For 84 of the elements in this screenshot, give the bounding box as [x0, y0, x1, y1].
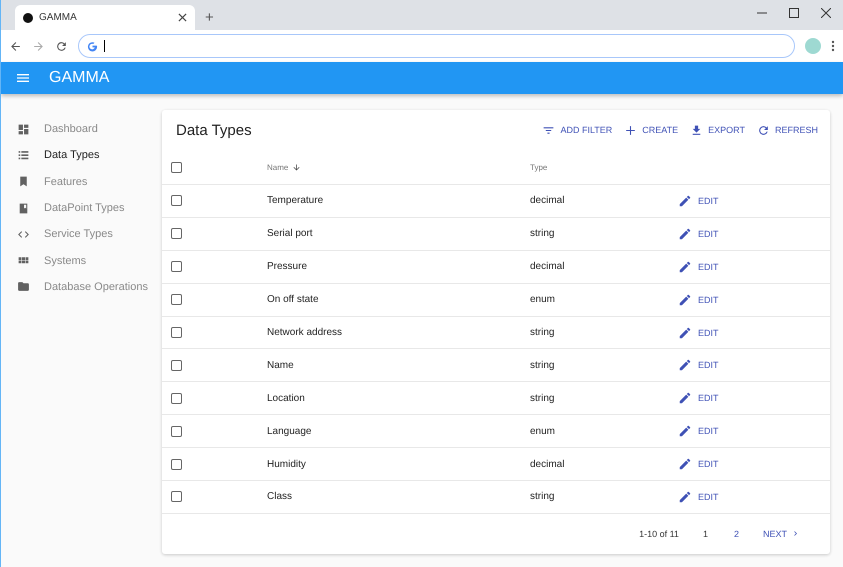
row-checkbox[interactable] — [171, 458, 182, 470]
table-cell-text: Name — [267, 360, 295, 371]
table-cell-text: Temperature — [267, 195, 324, 206]
edit-button[interactable]: EDIT — [678, 457, 719, 472]
edit-button[interactable]: EDIT — [678, 326, 719, 340]
close-icon[interactable] — [178, 13, 187, 22]
edit-button[interactable]: EDIT — [678, 490, 719, 504]
download-icon — [690, 124, 704, 136]
select-all-checkbox[interactable] — [171, 162, 182, 172]
more-icon[interactable] — [831, 40, 835, 52]
table-cell-text: string — [530, 360, 556, 371]
table-cell-text: Network address — [267, 327, 344, 338]
refresh-icon — [756, 124, 770, 136]
pencil-icon — [678, 226, 692, 241]
card-title: Data Types — [176, 122, 252, 138]
toolbar-button[interactable]: EXPORT — [690, 124, 745, 136]
table-cell-text: enum — [530, 426, 556, 437]
table-cell-text: decimal — [530, 261, 566, 272]
address-field[interactable] — [78, 34, 795, 58]
edit-button[interactable]: EDIT — [678, 226, 719, 241]
table-cell-text: enum — [530, 294, 556, 306]
close-icon[interactable] — [821, 8, 831, 18]
table-cell-text: Humidity — [267, 458, 307, 470]
edit-button[interactable]: EDIT — [678, 260, 719, 274]
page-button[interactable]: 1 — [698, 528, 712, 539]
row-checkbox[interactable] — [171, 392, 182, 404]
table-cell-text: Location — [267, 392, 306, 404]
pencil-icon — [678, 358, 692, 372]
table-cell-text: string — [530, 327, 556, 338]
edit-button[interactable]: EDIT — [678, 292, 719, 307]
row-checkbox[interactable] — [171, 491, 182, 502]
pencil-icon — [678, 326, 692, 340]
table-cell-text: string — [530, 491, 556, 502]
browser-tab[interactable]: GAMMA — [15, 5, 195, 30]
table-cell-text: decimal — [530, 458, 566, 470]
edit-button[interactable]: EDIT — [678, 194, 719, 208]
pencil-icon — [678, 457, 692, 472]
table-cell-text: string — [530, 392, 556, 404]
app-title: GAMMA — [49, 69, 110, 87]
row-checkbox[interactable] — [171, 195, 182, 206]
back-icon[interactable] — [9, 40, 22, 52]
pencil-icon — [678, 260, 692, 274]
toolbar-button[interactable]: REFRESH — [756, 124, 818, 136]
row-checkbox[interactable] — [171, 294, 182, 306]
row-checkbox[interactable] — [171, 261, 182, 272]
folder-icon — [17, 280, 30, 294]
table-cell-text: Serial port — [267, 228, 314, 240]
table-cell-text: decimal — [530, 195, 566, 206]
pencil-icon — [678, 490, 692, 504]
table-cell-text: Pressure — [267, 261, 308, 272]
row-checkbox[interactable] — [171, 228, 182, 240]
next-button[interactable]: NEXT — [762, 528, 800, 539]
row-checkbox[interactable] — [171, 426, 182, 437]
book-icon — [17, 202, 30, 215]
column-header[interactable]: Name — [267, 162, 288, 172]
reload-icon[interactable] — [55, 40, 68, 52]
table-cell-text: Class — [267, 491, 294, 502]
row-checkbox[interactable] — [171, 360, 182, 371]
edit-button[interactable]: EDIT — [678, 424, 719, 438]
dashboard-icon — [17, 122, 30, 136]
sidebar-item[interactable]: Data Types — [17, 142, 162, 169]
arrow-down-icon — [292, 162, 302, 172]
tab-title: GAMMA — [39, 12, 78, 23]
edit-button[interactable]: EDIT — [678, 391, 719, 406]
toolbar-button[interactable]: CREATE — [624, 124, 678, 136]
table-cell-text: On off state — [267, 294, 320, 306]
pencil-icon — [678, 292, 692, 307]
list-icon — [17, 148, 30, 162]
pencil-icon — [678, 424, 692, 438]
pencil-icon — [678, 391, 692, 406]
page-button[interactable]: 2 — [730, 528, 743, 539]
toolbar-button[interactable]: ADD FILTER — [542, 124, 612, 136]
edit-button[interactable]: EDIT — [678, 358, 719, 372]
site-icon — [23, 12, 33, 22]
pencil-icon — [678, 194, 692, 208]
row-checkbox[interactable] — [171, 327, 182, 338]
plus-icon — [624, 124, 638, 136]
maximize-icon[interactable] — [789, 8, 799, 18]
chevron-right-icon — [791, 529, 800, 538]
column-header: Type — [530, 162, 548, 172]
table-cell-text: Language — [267, 426, 312, 437]
table-cell-text: string — [530, 228, 556, 240]
page-range: 1-10 of 11 — [639, 528, 679, 539]
new-tab-button[interactable]: + — [205, 9, 214, 26]
